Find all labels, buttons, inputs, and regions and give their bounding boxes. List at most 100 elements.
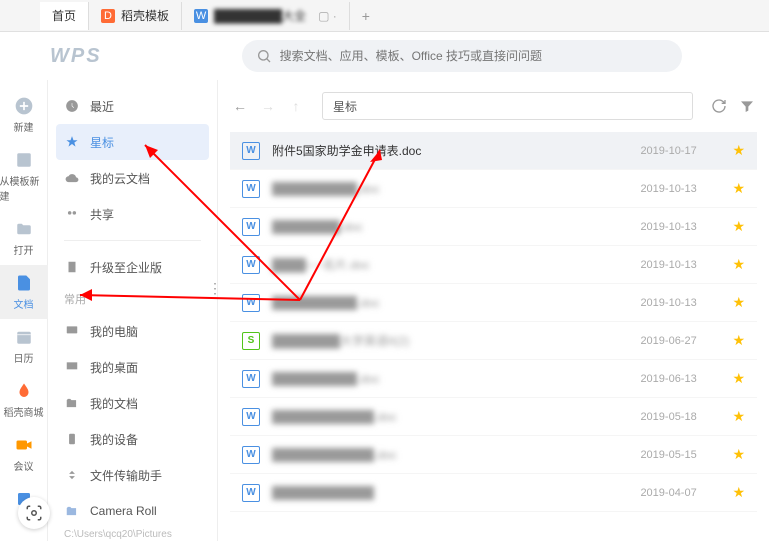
file-date: 2019-06-13 bbox=[640, 373, 720, 385]
file-star-icon[interactable]: ★ bbox=[732, 294, 745, 311]
transfer-icon bbox=[64, 467, 80, 483]
file-date: 2019-04-07 bbox=[640, 487, 720, 499]
file-name: ████████.doc bbox=[272, 220, 628, 234]
more-menu-icon[interactable]: ⋮ bbox=[208, 280, 222, 297]
file-list: W 附件5国家助学金申请表.doc 2019-10-17 ★W ████████… bbox=[230, 132, 757, 512]
nav-calendar[interactable]: 日历 bbox=[0, 319, 48, 373]
file-row[interactable]: W 附件5国家助学金申请表.doc 2019-10-17 ★ bbox=[230, 132, 757, 170]
file-type-icon: W bbox=[242, 446, 260, 464]
file-date: 2019-10-13 bbox=[640, 297, 720, 309]
header: WPS bbox=[0, 32, 769, 80]
file-date: 2019-10-13 bbox=[640, 183, 720, 195]
cat-desktop[interactable]: 我的桌面 bbox=[48, 349, 217, 385]
file-row[interactable]: S ████████大学英语II(2) 2019-06-27 ★ bbox=[230, 322, 757, 360]
cat-share[interactable]: 共享 bbox=[48, 196, 217, 232]
building-icon bbox=[64, 259, 80, 275]
tab-add-button[interactable]: + bbox=[350, 8, 382, 24]
nav-forward-button[interactable]: → bbox=[258, 96, 278, 116]
cat-camera[interactable]: Camera Roll bbox=[48, 493, 217, 529]
cat-subtitle: 常用 bbox=[48, 285, 217, 313]
sidebar-categories: 最近 星标 我的云文档 共享 升级至企业版 常用 我的电脑 我的桌面 我的文档 … bbox=[48, 80, 218, 541]
file-star-icon[interactable]: ★ bbox=[732, 446, 745, 463]
file-date: 2019-06-27 bbox=[640, 335, 720, 347]
file-row[interactable]: W ████████.doc 2019-10-13 ★ bbox=[230, 208, 757, 246]
search-icon bbox=[256, 48, 272, 64]
tab-badge-icon: ▢ · bbox=[318, 9, 337, 23]
cat-starred[interactable]: 星标 bbox=[56, 124, 209, 160]
filter-button[interactable] bbox=[737, 96, 757, 116]
doc-icon bbox=[14, 273, 34, 293]
lens-icon bbox=[25, 504, 43, 522]
file-row[interactable]: W ██████████.doc 2019-06-13 ★ bbox=[230, 360, 757, 398]
file-type-icon: W bbox=[242, 370, 260, 388]
file-date: 2019-10-17 bbox=[640, 145, 720, 157]
cat-enterprise[interactable]: 升级至企业版 bbox=[48, 249, 217, 285]
file-row[interactable]: W ████████████ 2019-04-07 ★ bbox=[230, 474, 757, 512]
tab-home[interactable]: 首页 bbox=[40, 2, 89, 30]
camera-folder-icon bbox=[64, 503, 80, 519]
mydoc-icon bbox=[64, 395, 80, 411]
nav-shop[interactable]: 稻壳商城 bbox=[0, 373, 48, 427]
cat-recent[interactable]: 最近 bbox=[48, 88, 217, 124]
file-type-icon: S bbox=[242, 332, 260, 350]
file-star-icon[interactable]: ★ bbox=[732, 408, 745, 425]
breadcrumb[interactable]: 星标 bbox=[322, 92, 693, 120]
wps-logo: WPS bbox=[50, 45, 102, 68]
file-name: ████████████.doc bbox=[272, 448, 628, 462]
file-name: ████████████ bbox=[272, 486, 628, 500]
file-name: ████████大学英语II(2) bbox=[272, 332, 628, 349]
cat-path: C:\Users\qcq20\Pictures bbox=[48, 529, 217, 540]
file-star-icon[interactable]: ★ bbox=[732, 484, 745, 501]
file-star-icon[interactable]: ★ bbox=[732, 218, 745, 235]
file-name: 附件5国家助学金申请表.doc bbox=[272, 142, 628, 159]
nav-docs[interactable]: 文档 bbox=[0, 265, 48, 319]
cat-mypc[interactable]: 我的电脑 bbox=[48, 313, 217, 349]
file-star-icon[interactable]: ★ bbox=[732, 370, 745, 387]
file-row[interactable]: W ████████████.doc 2019-05-18 ★ bbox=[230, 398, 757, 436]
refresh-button[interactable] bbox=[709, 96, 729, 116]
file-row[interactable]: W ██████████.doc 2019-10-13 ★ bbox=[230, 284, 757, 322]
folder-icon bbox=[14, 219, 34, 239]
nav-meeting[interactable]: 会议 bbox=[0, 427, 48, 481]
file-date: 2019-10-13 bbox=[640, 221, 720, 233]
tab-daoke[interactable]: D稻壳模板 bbox=[89, 2, 182, 30]
cat-cloud[interactable]: 我的云文档 bbox=[48, 160, 217, 196]
file-star-icon[interactable]: ★ bbox=[732, 142, 745, 159]
tab-bar: 首页 D稻壳模板 W████████大全▢ · + bbox=[0, 0, 769, 32]
search-box[interactable] bbox=[242, 40, 682, 72]
cat-mydocs[interactable]: 我的文档 bbox=[48, 385, 217, 421]
file-type-icon: W bbox=[242, 142, 260, 160]
file-name: ████████████.doc bbox=[272, 410, 628, 424]
file-type-icon: W bbox=[242, 484, 260, 502]
calendar-icon bbox=[14, 327, 34, 347]
file-name: ████──名片.doc bbox=[272, 256, 628, 273]
nav-template[interactable]: 从模板新建 bbox=[0, 142, 48, 211]
file-row[interactable]: W ████──名片.doc 2019-10-13 ★ bbox=[230, 246, 757, 284]
file-type-icon: W bbox=[242, 294, 260, 312]
search-input[interactable] bbox=[280, 49, 668, 63]
file-star-icon[interactable]: ★ bbox=[732, 332, 745, 349]
file-date: 2019-05-18 bbox=[640, 411, 720, 423]
nav-back-button[interactable]: ← bbox=[230, 96, 250, 116]
sidebar-narrow: 新建 从模板新建 打开 文档 日历 稻壳商城 会议 bbox=[0, 80, 48, 541]
content-header: ← → ↑ 星标 bbox=[230, 88, 757, 124]
content-area: ← → ↑ 星标 W 附件5国家助学金申请表.doc 2019-10-17 ★W… bbox=[218, 80, 769, 541]
cat-transfer[interactable]: 文件传输助手 bbox=[48, 457, 217, 493]
file-type-icon: W bbox=[242, 408, 260, 426]
file-star-icon[interactable]: ★ bbox=[732, 180, 745, 197]
file-row[interactable]: W ██████████.doc 2019-10-13 ★ bbox=[230, 170, 757, 208]
file-star-icon[interactable]: ★ bbox=[732, 256, 745, 273]
lens-button[interactable] bbox=[18, 497, 50, 529]
nav-open[interactable]: 打开 bbox=[0, 211, 48, 265]
file-type-icon: W bbox=[242, 218, 260, 236]
nav-up-button[interactable]: ↑ bbox=[286, 96, 306, 116]
cat-devices[interactable]: 我的设备 bbox=[48, 421, 217, 457]
desktop-icon bbox=[64, 359, 80, 375]
clock-icon bbox=[64, 98, 80, 114]
file-type-icon: W bbox=[242, 180, 260, 198]
tab-doc[interactable]: W████████大全▢ · bbox=[182, 2, 350, 30]
cloud-icon bbox=[64, 170, 80, 186]
file-row[interactable]: W ████████████.doc 2019-05-15 ★ bbox=[230, 436, 757, 474]
nav-new[interactable]: 新建 bbox=[0, 88, 48, 142]
file-date: 2019-10-13 bbox=[640, 259, 720, 271]
